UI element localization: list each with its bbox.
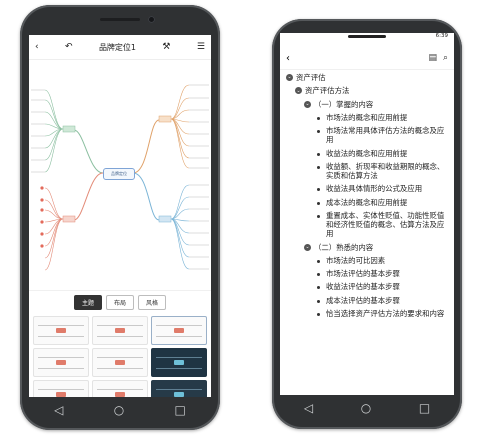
recents-nav-icon[interactable]: □ (419, 402, 430, 414)
tab-style[interactable]: 风格 (138, 294, 167, 310)
recents-nav-icon[interactable]: □ (175, 404, 186, 416)
theme-thumbnail[interactable] (33, 316, 89, 345)
outline-list: ⌄ 资产评估 ⌄ 资产评估方法 ⌄ （一）掌握的内容 市场法的概念和应用前提 市场法常用具体评… (280, 70, 454, 318)
collapse-icon[interactable]: ⌄ (304, 243, 311, 251)
collapse-icon[interactable]: ⌄ (286, 74, 293, 81)
editor-toolbar: ‹ ↶ 品牌定位1 ⚒ ☰ (29, 35, 211, 60)
outline-text: 恰当选择资产评估方法的要求和内容 (326, 308, 445, 318)
outline-text: 收益法具体情形的公式及应用 (326, 184, 423, 194)
outline-text: 成本法评估的基本步骤 (326, 295, 400, 305)
front-camera (148, 16, 155, 23)
outline-item[interactable]: 成本法的概念和应用前提 (286, 198, 448, 207)
outline-text: 收益额、折现率和收益期限的概念、实质和估算方法 (326, 161, 445, 180)
bullet-icon (317, 201, 320, 205)
bullet-icon (317, 259, 320, 263)
mindmap-canvas[interactable]: 品牌定位 (29, 60, 211, 290)
document-icon[interactable]: ▤ (428, 53, 437, 63)
back-icon[interactable]: ‹ (35, 42, 39, 52)
outline-item[interactable]: 成本法评估的基本步骤 (286, 296, 448, 305)
collapse-icon[interactable]: ⌄ (295, 87, 302, 95)
undo-icon[interactable]: ↶ (65, 42, 73, 52)
status-time: 6:39 (435, 33, 448, 39)
outline-item[interactable]: 重置成本、实体性贬值、功能性贬值和经济性贬值的概念、估算方法及应用 (286, 211, 448, 239)
bullet-icon (317, 299, 320, 303)
outline-item[interactable]: 市场法的概念和应用前提 (286, 113, 448, 122)
left-screen: ‹ ↶ 品牌定位1 ⚒ ☰ 品牌定位 主题 布局 风格 (29, 35, 211, 397)
outline-text: 成本法的概念和应用前提 (326, 197, 408, 207)
outline-item[interactable]: 市场法的可比因素 (286, 256, 448, 265)
back-icon[interactable]: ‹ (286, 53, 290, 64)
home-nav-icon[interactable]: ○ (114, 404, 124, 416)
theme-thumbnail[interactable] (92, 380, 148, 397)
outline-text: 收益法的概念和应用前提 (326, 148, 408, 158)
outline-text: 市场法常用具体评估方法的概念及应用 (326, 126, 445, 145)
bullet-icon (317, 273, 320, 276)
outline-item[interactable]: 收益法具体情形的公式及应用 (286, 184, 448, 193)
bullet-icon (317, 116, 320, 120)
home-nav-icon[interactable]: ○ (361, 402, 371, 414)
outline-heading[interactable]: ⌄ （一）掌握的内容 (286, 100, 448, 109)
root-node[interactable]: 品牌定位 (103, 168, 135, 180)
outline-text: 市场法评估的基本步骤 (326, 269, 400, 278)
outline-item[interactable]: 恰当选择资产评估方法的要求和内容 (286, 309, 448, 318)
theme-thumbnail[interactable] (151, 348, 207, 377)
theme-thumbnail[interactable] (92, 348, 148, 377)
bullet-icon (317, 130, 320, 133)
bullet-icon (317, 165, 320, 169)
outline-text: 市场法的可比因素 (326, 255, 386, 265)
outline-text: （一）掌握的内容 (314, 99, 374, 109)
theme-grid (29, 313, 211, 397)
right-screen: 6:39 ‹ ▤ ⌕ ⌄ 资产评估 ⌄ 资产评估方法 ⌄ （一）掌握的内容 市场法的概念和应… (280, 33, 454, 395)
outline-item[interactable]: 市场法常用具体评估方法的概念及应用 (286, 126, 448, 145)
bullet-icon (317, 286, 320, 290)
back-nav-icon[interactable]: ◁ (304, 402, 313, 414)
system-navbar: ◁ ○ □ (280, 399, 454, 417)
tab-layout[interactable]: 布局 (105, 294, 134, 310)
bullet-icon (317, 188, 320, 192)
outline-toolbar: ‹ ▤ ⌕ (280, 47, 454, 70)
theme-thumbnail[interactable] (33, 348, 89, 377)
theme-thumbnail[interactable] (151, 316, 207, 345)
theme-thumbnail[interactable] (151, 380, 207, 397)
outline-text: 收益法评估的基本步骤 (326, 282, 400, 292)
system-navbar: ◁ ○ □ (29, 401, 211, 419)
back-nav-icon[interactable]: ◁ (54, 404, 63, 416)
right-phone: 6:39 ‹ ▤ ⌕ ⌄ 资产评估 ⌄ 资产评估方法 ⌄ （一）掌握的内容 市场法的概念和应… (272, 19, 462, 429)
outline-heading[interactable]: ⌄ 资产评估 (286, 73, 448, 82)
tab-theme[interactable]: 主题 (73, 294, 102, 310)
bullet-icon (317, 214, 320, 218)
style-tabs: 主题 布局 风格 (29, 290, 211, 313)
menu-icon[interactable]: ☰ (197, 42, 205, 52)
outline-item[interactable]: 收益法的概念和应用前提 (286, 149, 448, 158)
outline-item[interactable]: 市场法评估的基本步骤 (286, 269, 448, 278)
outline-text: 重置成本、实体性贬值、功能性贬值和经济性贬值的概念、估算方法及应用 (326, 210, 445, 239)
hammer-icon[interactable]: ⚒ (162, 42, 170, 52)
outline-text: 资产评估方法 (305, 86, 350, 96)
outline-heading[interactable]: ⌄ （二）熟悉的内容 (286, 243, 448, 252)
speaker (100, 18, 140, 21)
search-icon[interactable]: ⌕ (443, 53, 448, 63)
outline-heading[interactable]: ⌄ 资产评估方法 (286, 86, 448, 95)
speaker (348, 35, 386, 38)
outline-text: 资产评估 (296, 73, 326, 82)
collapse-icon[interactable]: ⌄ (304, 100, 311, 108)
outline-text: 市场法的概念和应用前提 (326, 112, 408, 122)
outline-item[interactable]: 收益额、折现率和收益期限的概念、实质和估算方法 (286, 162, 448, 181)
bullet-icon (317, 152, 320, 156)
theme-thumbnail[interactable] (33, 380, 89, 397)
left-phone: ‹ ↶ 品牌定位1 ⚒ ☰ 品牌定位 主题 布局 风格 ◁ ○ □ (20, 5, 220, 430)
bullet-icon (317, 312, 320, 316)
theme-thumbnail[interactable] (92, 316, 148, 345)
page-title: 品牌定位1 (98, 42, 137, 52)
outline-item[interactable]: 收益法评估的基本步骤 (286, 282, 448, 291)
outline-text: （二）熟悉的内容 (314, 242, 374, 252)
